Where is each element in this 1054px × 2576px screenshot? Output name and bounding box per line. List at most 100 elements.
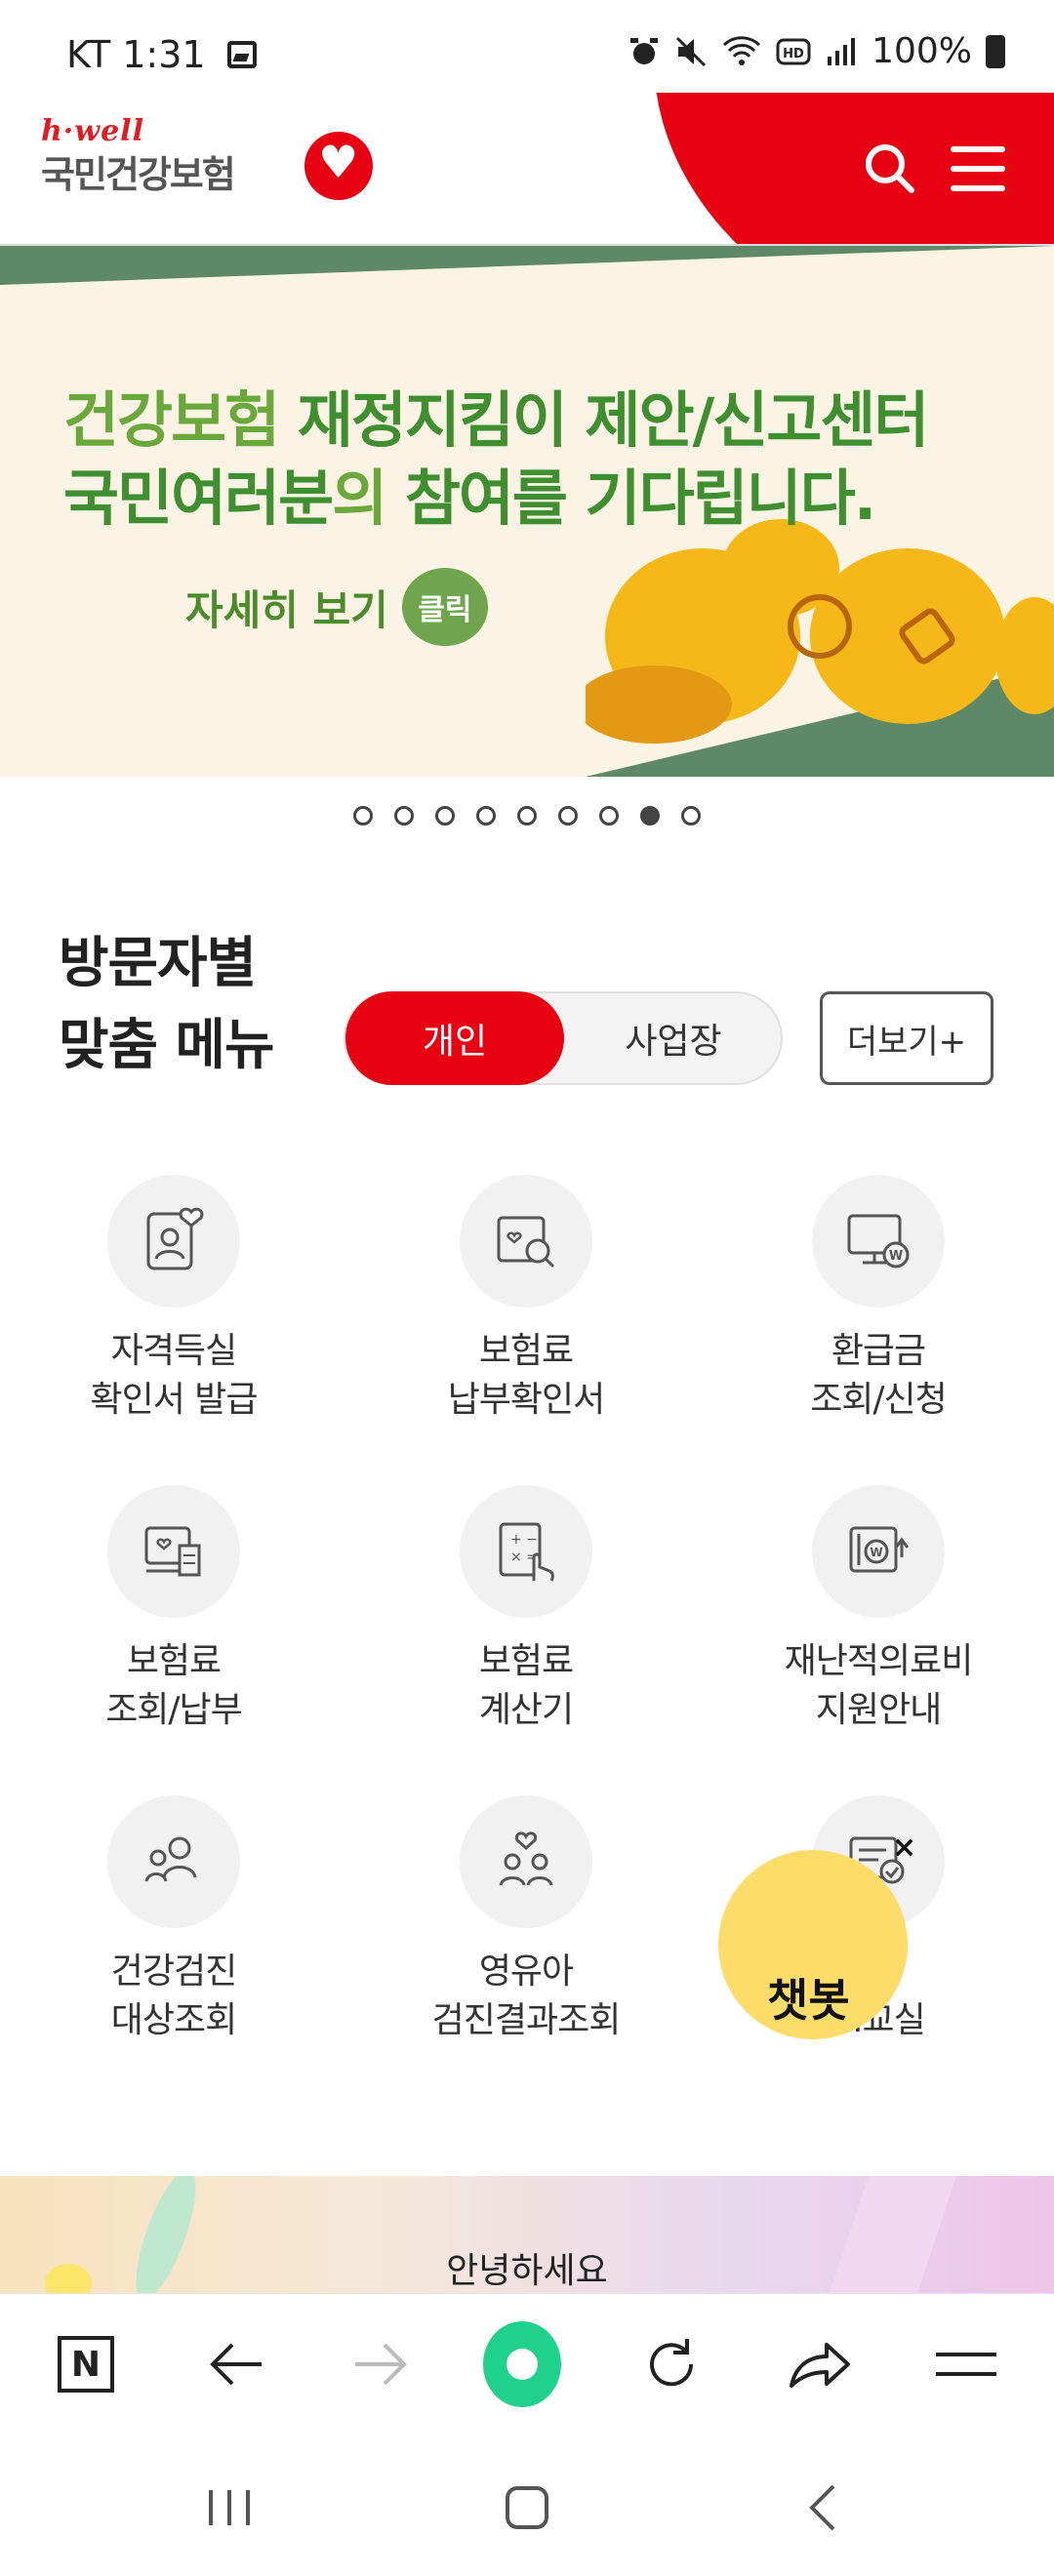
receipt-heart-icon <box>107 1485 240 1618</box>
menu-item-label: 건강검진 대상조회 <box>110 1952 237 2040</box>
menu-lines-icon <box>936 2353 996 2376</box>
card-won-arrow-icon: W <box>812 1485 945 1618</box>
menu-item-label: 보험료 조회/납부 <box>105 1641 243 1730</box>
tab-business[interactable]: 사업장 <box>564 993 783 1083</box>
reload-button[interactable] <box>632 2325 710 2403</box>
status-left: KT 1:31 <box>66 33 257 76</box>
hamburger-menu-icon[interactable] <box>951 146 1005 193</box>
banner-line1-prefix: 건강보험 <box>63 384 298 456</box>
alarm-icon <box>630 37 659 64</box>
forward-arrow-icon <box>355 2343 407 2386</box>
promo-greeting: 안녕하세요 <box>446 2251 608 2291</box>
carousel-dot[interactable] <box>394 806 414 825</box>
menu-item-label: 환급금 조회/신청 <box>810 1331 948 1420</box>
carousel-dot[interactable] <box>476 806 496 825</box>
menu-item-checkup-target[interactable]: 건강검진 대상조회 <box>27 1795 320 2045</box>
menu-item-refund[interactable]: W 환급금 조회/신청 <box>732 1175 1025 1425</box>
banner-line1-emph: 재정지킴이 제안/신고센터 <box>297 384 930 456</box>
visitor-type-toggle: 개인 사업장 <box>344 991 783 1085</box>
green-dot-icon <box>483 2321 561 2407</box>
banner-line2-mid: 의 <box>332 463 405 534</box>
visitor-menu-title-line2: 맞춤 메뉴 <box>59 1014 275 1077</box>
logo-name: 국민건강보험 <box>41 153 236 196</box>
home-nav-button[interactable] <box>496 2478 558 2537</box>
chatbot-button[interactable]: 챗봇 <box>718 1850 908 2039</box>
browser-toolbar: N <box>0 2293 1054 2440</box>
back-chevron-icon <box>809 2484 835 2531</box>
recent-apps-button[interactable] <box>200 2478 259 2537</box>
menu-item-qualification-certificate[interactable]: 자격득실 확인서 발급 <box>27 1175 320 1425</box>
chatbot-label: 챗봇 <box>767 1974 850 2027</box>
mute-icon <box>676 36 707 66</box>
menu-item-payment-certificate[interactable]: 보험료 납부확인서 <box>380 1175 672 1425</box>
banner-cta-text: 자세히 보기 <box>185 585 388 634</box>
menu-item-label: 영유아 검진결과조회 <box>431 1952 622 2040</box>
menu-item-label: 보험료 납부확인서 <box>447 1331 606 1420</box>
battery-percent: 100% <box>872 31 972 71</box>
monitor-won-icon: W <box>812 1175 945 1308</box>
svg-text:+ −: + − <box>510 1532 538 1548</box>
naver-n-icon: N <box>58 2336 114 2393</box>
svg-text:HD: HD <box>783 47 804 61</box>
nhis-logo[interactable]: h·well 국민건강보험 <box>41 114 373 200</box>
banner-click-button[interactable]: 클릭 <box>401 568 488 646</box>
status-bar: KT 1:31 HD 100% <box>0 0 1054 98</box>
promo-banner[interactable]: 건강보험 재정지킴이 제안/신고센터 국민여러분의 참여를 기다립니다. 자세히… <box>0 246 1054 777</box>
back-button[interactable] <box>197 2325 275 2403</box>
signal-icon <box>828 37 856 65</box>
chatbot-close-icon[interactable]: × <box>892 1831 916 1865</box>
android-nav-bar <box>0 2439 1054 2576</box>
people-group-icon <box>107 1795 240 1928</box>
share-button[interactable] <box>781 2325 859 2403</box>
logo-tagline: h·well <box>41 114 144 148</box>
wifi-icon <box>723 35 761 65</box>
menu-item-premium-calculator[interactable]: + − × = 보험료 계산기 <box>380 1485 672 1735</box>
back-arrow-icon <box>210 2343 262 2386</box>
carousel-dot[interactable] <box>353 806 373 825</box>
back-nav-button[interactable] <box>798 2478 847 2537</box>
carousel-dot[interactable] <box>558 806 578 825</box>
logo-heart-icon <box>304 132 373 200</box>
visitor-menu-title: 방문자별 맞춤 메뉴 <box>59 923 275 1087</box>
menu-item-label: 재난적의료비 지원안내 <box>784 1641 974 1730</box>
menu-item-infant-checkup[interactable]: 영유아 검진결과조회 <box>380 1795 672 2045</box>
banner-illustration <box>586 519 1054 777</box>
naver-home-button[interactable]: N <box>47 2325 125 2403</box>
carousel-dot[interactable] <box>599 806 619 825</box>
calculator-hand-icon: + − × = <box>460 1485 592 1618</box>
menu-item-premium-payment[interactable]: 보험료 조회/납부 <box>27 1485 320 1735</box>
carousel-dot-active[interactable] <box>640 806 660 825</box>
tab-personal[interactable]: 개인 <box>345 991 564 1085</box>
menu-item-label: 보험료 계산기 <box>478 1641 574 1730</box>
carousel-dot[interactable] <box>517 806 537 825</box>
forward-button[interactable] <box>342 2325 420 2403</box>
banner-line2-prefix: 국민여러분 <box>63 463 334 534</box>
banner-headline-1: 건강보험 재정지킴이 제안/신고센터 <box>63 371 930 459</box>
browser-menu-button[interactable] <box>927 2325 1005 2403</box>
reload-icon <box>650 2339 694 2387</box>
banner-cta[interactable]: 자세히 보기 클릭 <box>185 568 488 646</box>
menu-item-catastrophic-medical[interactable]: W 재난적의료비 지원안내 <box>732 1485 1025 1735</box>
svg-text:W: W <box>870 1546 882 1559</box>
gallery-notification-icon <box>226 41 257 68</box>
banner-line2-emph: 참여를 기다립니다. <box>404 463 876 534</box>
green-home-button[interactable] <box>483 2321 561 2407</box>
carrier-time: KT 1:31 <box>66 33 206 76</box>
svg-text:W: W <box>889 1249 903 1264</box>
battery-icon <box>986 34 1005 68</box>
banner-headline-2: 국민여러분의 참여를 기다립니다. <box>63 449 876 537</box>
id-card-heart-icon <box>107 1175 240 1308</box>
carousel-dot[interactable] <box>681 806 701 825</box>
family-heart-icon <box>460 1795 592 1928</box>
visitor-menu-title-line1: 방문자별 <box>59 932 257 995</box>
menu-item-label: 자격득실 확인서 발급 <box>90 1331 258 1420</box>
hd-icon: HD <box>776 38 811 64</box>
search-icon[interactable] <box>863 141 915 194</box>
bottom-promo-strip[interactable]: 안녕하세요 <box>0 2176 1054 2293</box>
carousel-dot[interactable] <box>435 806 455 825</box>
recent-apps-icon <box>209 2490 250 2525</box>
share-arrow-icon <box>790 2343 850 2388</box>
more-button[interactable]: 더보기+ <box>820 991 993 1085</box>
status-right: HD 100% <box>628 31 1005 71</box>
carousel-pagination <box>0 806 1054 825</box>
